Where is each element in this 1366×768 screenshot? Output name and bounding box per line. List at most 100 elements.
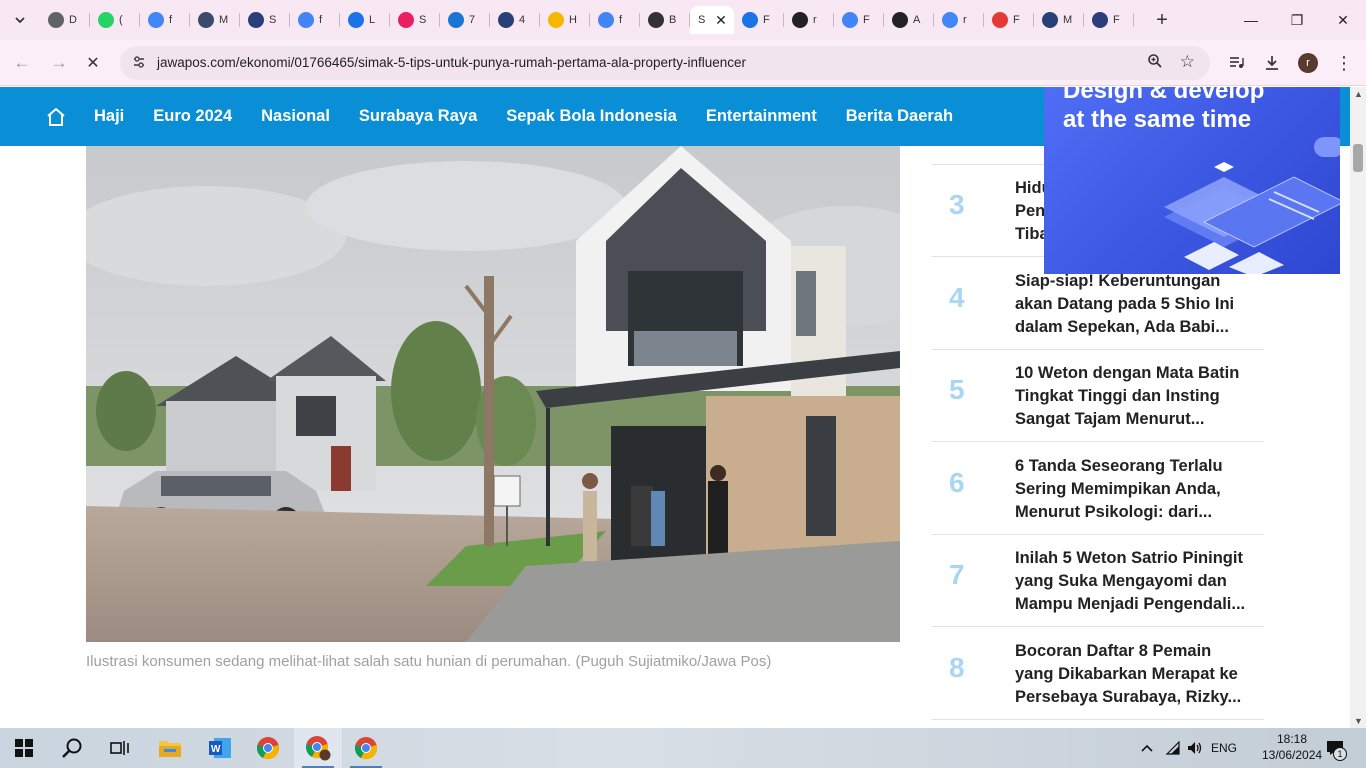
system-clock[interactable]: 18:18 13/06/2024 (1262, 731, 1322, 763)
browser-tab[interactable]: 4 (490, 6, 540, 34)
zoom-icon[interactable] (1147, 53, 1163, 73)
close-tab-icon[interactable]: ✕ (713, 12, 729, 28)
nav-link[interactable]: Surabaya Raya (359, 107, 477, 126)
word-icon[interactable]: W (196, 728, 244, 768)
coin-icon (548, 12, 564, 28)
browser-tab[interactable]: F (834, 6, 884, 34)
tab-title: S (698, 14, 706, 26)
task-view-icon[interactable] (96, 728, 144, 768)
tab-title: L (369, 14, 376, 26)
browser-tab[interactable]: f (290, 6, 340, 34)
bookmark-star-icon[interactable]: ☆ (1180, 52, 1195, 72)
browser-tab[interactable]: S (390, 6, 440, 34)
browser-tab[interactable]: f (140, 6, 190, 34)
browser-tab[interactable]: L (340, 6, 390, 34)
url-text[interactable]: jawapos.com/ekonomi/01766465/simak-5-tip… (157, 55, 746, 70)
volume-icon[interactable] (1184, 728, 1206, 768)
tab-title: A (913, 14, 921, 26)
tab-title: F (863, 14, 870, 26)
browser-tab[interactable]: F (734, 6, 784, 34)
trending-title-line: 6 Tanda Seseorang Terlalu (1015, 456, 1223, 475)
language-indicator[interactable]: ENG (1208, 728, 1240, 768)
browser-tab[interactable]: 7 (440, 6, 490, 34)
start-icon[interactable] (0, 728, 48, 768)
home-icon[interactable] (46, 106, 68, 128)
scrollbar-thumb[interactable] (1353, 144, 1363, 172)
scroll-up-icon[interactable]: ▲ (1354, 89, 1363, 99)
trending-title-line: Bocoran Daftar 8 Pemain (1015, 641, 1212, 660)
address-bar[interactable]: jawapos.com/ekonomi/01766465/simak-5-tip… (120, 46, 1210, 80)
browser-tab[interactable]: r (934, 6, 984, 34)
nav-link[interactable]: Euro 2024 (153, 107, 232, 126)
tab-title: H (569, 14, 577, 26)
trending-title[interactable]: Inilah 5 Weton Satrio Piningit yang Suka … (1015, 547, 1255, 616)
close-window-button[interactable]: ✕ (1320, 0, 1366, 40)
profile-avatar[interactable]: r (1296, 51, 1320, 75)
trending-title[interactable]: 10 Weton dengan Mata Batin Tingkat Tinggi… (1015, 362, 1255, 431)
bird-icon (1092, 12, 1108, 28)
tab-title: B (669, 14, 677, 26)
site-info-icon[interactable] (132, 55, 148, 71)
chrome-profile-icon[interactable] (294, 728, 342, 768)
wifi-icon[interactable] (1162, 728, 1184, 768)
browser-tab[interactable]: f (590, 6, 640, 34)
chevron-up-icon[interactable] (1136, 728, 1158, 768)
media-control-icon[interactable] (1225, 51, 1249, 75)
scroll-down-icon[interactable]: ▼ (1354, 716, 1363, 726)
browser-tab-strip: D(f M Sf L S 7 4 Hf B S ✕ Fr F Ar F M F + — ❐ ✕ (0, 0, 1366, 40)
google-icon (298, 12, 314, 28)
trending-title-line: Mampu Menjadi Pengendali... (1015, 595, 1246, 613)
browser-tab[interactable]: ( (90, 6, 140, 34)
whatsapp-icon (98, 12, 114, 28)
window-controls: — ❐ ✕ (1228, 0, 1366, 40)
browser-tab[interactable]: H (540, 6, 590, 34)
browser-tab[interactable]: D (40, 6, 90, 34)
browser-tab[interactable]: S (240, 6, 290, 34)
browser-tab[interactable]: F (984, 6, 1034, 34)
browser-tab[interactable]: M (1034, 6, 1084, 34)
maximize-button[interactable]: ❐ (1274, 0, 1320, 40)
tab-search-icon[interactable] (8, 8, 32, 32)
browser-tab[interactable]: M (190, 6, 240, 34)
trending-item[interactable]: 7 Inilah 5 Weton Satrio Piningit yang Suka… (932, 535, 1264, 627)
file-explorer-icon[interactable] (146, 728, 194, 768)
nav-link[interactable]: Sepak Bola Indonesia (506, 107, 677, 126)
browser-tab[interactable]: A (884, 6, 934, 34)
nav-link[interactable]: Berita Daerah (846, 107, 953, 126)
trending-title-line: Tingkat Tinggi dan Insting (1015, 387, 1220, 405)
minimize-button[interactable]: — (1228, 0, 1274, 40)
vertical-scrollbar[interactable]: ▲ ▼ (1350, 87, 1366, 728)
nav-link[interactable]: Nasional (261, 107, 330, 126)
trending-item[interactable]: 5 10 Weton dengan Mata Batin Tingkat Tingg… (932, 350, 1264, 442)
io-icon (792, 12, 808, 28)
google-icon (148, 12, 164, 28)
trending-title[interactable]: 6 Tanda Seseorang Terlalu Sering Memimpik… (1015, 455, 1255, 524)
back-button[interactable]: ← (10, 51, 34, 75)
nav-link[interactable]: Entertainment (706, 107, 817, 126)
io-icon (892, 12, 908, 28)
bird-icon (1042, 12, 1058, 28)
chrome-icon[interactable] (244, 728, 292, 768)
browser-tab[interactable]: F (1084, 6, 1134, 34)
forward-button[interactable]: → (47, 51, 71, 75)
browser-toolbar: ← → ✕ jawapos.com/ekonomi/01766465/simak… (0, 40, 1366, 86)
trending-title[interactable]: Siap-siap! Keberuntungan akan Datang pada… (1015, 270, 1255, 339)
tab-title: 7 (469, 14, 476, 26)
advertisement-banner[interactable]: Design & develop at the same time (1044, 87, 1340, 274)
speaker-icon (648, 12, 664, 28)
nav-link[interactable]: Haji (94, 107, 124, 126)
download-icon[interactable] (1260, 51, 1284, 75)
trending-item[interactable]: 6 6 Tanda Seseorang Terlalu Sering Memimpi… (932, 443, 1264, 535)
browser-tab[interactable]: r (784, 6, 834, 34)
google-icon (942, 12, 958, 28)
search-icon[interactable] (48, 728, 96, 768)
map-pin-icon (448, 12, 464, 28)
browser-tab[interactable]: B (640, 6, 690, 34)
browser-tab[interactable]: S ✕ (690, 6, 734, 34)
chrome-icon[interactable] (342, 728, 390, 768)
menu-kebab-icon[interactable]: ⋮ (1332, 51, 1356, 75)
trending-title[interactable]: Bocoran Daftar 8 Pemain yang Dikabarkan M… (1015, 640, 1255, 709)
stop-loading-button[interactable]: ✕ (81, 51, 105, 75)
new-tab-button[interactable]: + (1150, 8, 1174, 32)
trending-item[interactable]: 8 Bocoran Daftar 8 Pemain yang Dikabarkan … (932, 628, 1264, 720)
